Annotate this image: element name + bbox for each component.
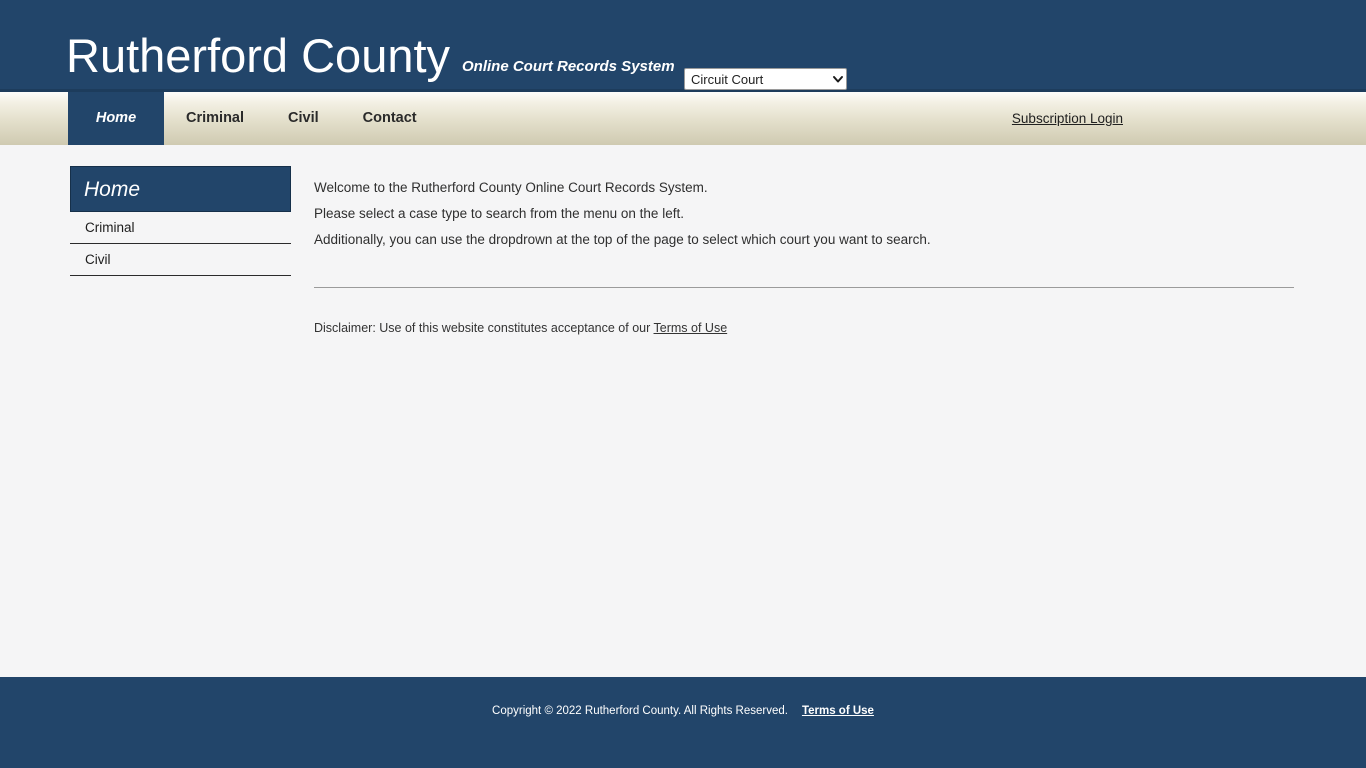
disclaimer-terms-link[interactable]: Terms of Use — [654, 321, 728, 335]
sidebar: Home Criminal Civil — [70, 166, 291, 276]
nav-link-contact[interactable]: Contact — [341, 92, 439, 145]
site-footer: Copyright © 2022 Rutherford County. All … — [0, 677, 1366, 768]
footer-inner: Copyright © 2022 Rutherford County. All … — [0, 701, 1366, 719]
nav-item-contact[interactable]: Contact — [341, 92, 439, 145]
nav-link-criminal[interactable]: Criminal — [164, 92, 266, 145]
nav-item-criminal[interactable]: Criminal — [164, 92, 266, 145]
page-body: Home Criminal Civil Welcome to the Ruthe… — [0, 145, 1366, 677]
content-divider — [314, 287, 1294, 288]
nav-link-civil[interactable]: Civil — [266, 92, 341, 145]
footer-copyright: Copyright © 2022 Rutherford County. All … — [492, 705, 788, 717]
disclaimer-text: Disclaimer: Use of this website constitu… — [314, 321, 654, 335]
welcome-line-1: Welcome to the Rutherford County Online … — [314, 180, 708, 195]
sidebar-item-criminal[interactable]: Criminal — [70, 212, 291, 244]
brand-tagline: Online Court Records System — [462, 58, 675, 75]
site-header: Rutherford County Online Court Records S… — [0, 0, 1366, 92]
sidebar-item-civil[interactable]: Civil — [70, 244, 291, 276]
main-content: Welcome to the Rutherford County Online … — [314, 175, 1294, 335]
nav-item-civil[interactable]: Civil — [266, 92, 341, 145]
disclaimer: Disclaimer: Use of this website constitu… — [314, 321, 727, 335]
welcome-line-2: Please select a case type to search from… — [314, 206, 684, 221]
nav-item-home[interactable]: Home — [68, 92, 164, 145]
welcome-line-3: Additionally, you can use the dropdrown … — [314, 232, 931, 247]
footer-terms-link[interactable]: Terms of Use — [802, 705, 874, 717]
sidebar-header: Home — [70, 166, 291, 212]
subscription-login-link[interactable]: Subscription Login — [1012, 92, 1123, 145]
nav-link-home[interactable]: Home — [68, 92, 164, 145]
nav-list: Home Criminal Civil Contact — [0, 92, 439, 145]
brand-title: Rutherford County — [66, 29, 451, 82]
main-nav: Home Criminal Civil Contact Subscription… — [0, 92, 1366, 145]
court-selector[interactable]: Circuit Court — [684, 68, 847, 90]
